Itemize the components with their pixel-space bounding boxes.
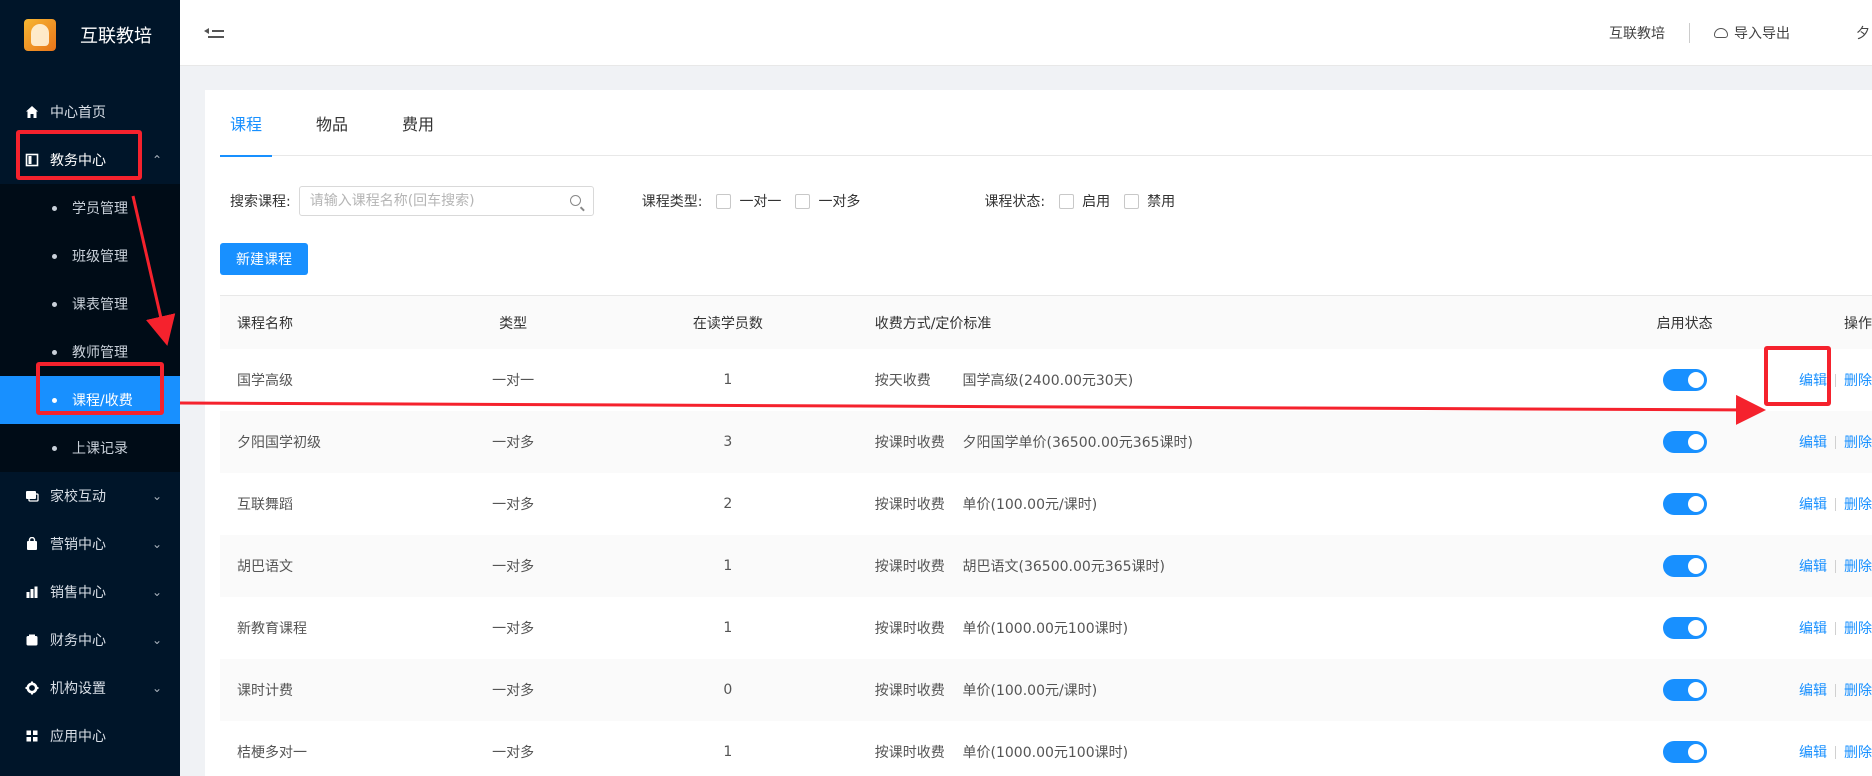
annotation-arrow-down bbox=[131, 195, 176, 346]
annotation-arrow-right bbox=[179, 394, 1766, 425]
annotation-arrows bbox=[131, 195, 1766, 425]
